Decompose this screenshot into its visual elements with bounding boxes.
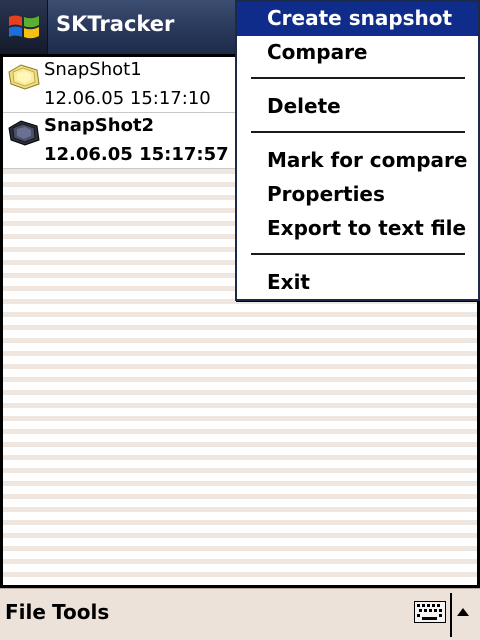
menu-separator xyxy=(251,253,465,255)
app-title: SKTracker xyxy=(56,12,175,36)
menu-item-properties[interactable]: Properties xyxy=(237,178,478,212)
snapshot-date: 12.06.05 15:17:10 xyxy=(44,88,211,109)
start-button[interactable] xyxy=(0,0,48,54)
menu-separator xyxy=(251,131,465,133)
menu-item-delete[interactable]: Delete xyxy=(237,90,478,124)
snapshot-name: SnapShot1 xyxy=(44,59,142,80)
file-menu-button[interactable]: File xyxy=(5,600,46,624)
menu-separator xyxy=(251,77,465,79)
snapshot-date: 12.06.05 15:17:57 xyxy=(44,144,229,165)
windows-logo-icon xyxy=(9,15,39,39)
menu-item-mark-for-compare[interactable]: Mark for compare xyxy=(237,144,478,178)
menu-item-exit[interactable]: Exit xyxy=(237,266,478,300)
menu-bar: File Tools xyxy=(0,588,480,640)
snapshot-marked-icon xyxy=(8,120,40,146)
menu-item-create-snapshot[interactable]: Create snapshot xyxy=(237,2,478,36)
menu-item-compare[interactable]: Compare xyxy=(237,36,478,70)
keyboard-icon[interactable] xyxy=(414,601,446,623)
snapshot-name: SnapShot2 xyxy=(44,115,155,136)
tools-menu-button[interactable]: Tools xyxy=(52,600,109,624)
snapshot-icon xyxy=(8,64,40,90)
menu-item-export-to-text-file[interactable]: Export to text file xyxy=(237,212,478,246)
tools-menu: Create snapshot Compare Delete Mark for … xyxy=(235,0,480,301)
up-arrow-icon[interactable] xyxy=(456,606,470,618)
menu-bar-divider xyxy=(450,593,452,637)
